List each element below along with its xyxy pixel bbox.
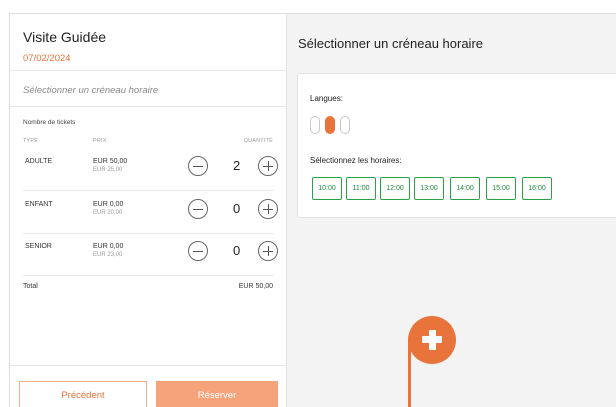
ticket-price: EUR 0,00 bbox=[93, 201, 124, 208]
tickets-label: Nombre de tickets bbox=[23, 119, 76, 126]
column-header-type: TYPE bbox=[23, 138, 39, 144]
ticket-price: EUR 50,00 bbox=[93, 158, 128, 165]
timeslot-button[interactable]: 11:00 bbox=[346, 177, 376, 200]
decrease-quantity-button[interactable] bbox=[188, 241, 208, 261]
column-header-quantity: QUANTITÉ bbox=[243, 138, 273, 144]
decrease-quantity-button[interactable] bbox=[188, 199, 208, 219]
ticket-quantity: 0 bbox=[233, 243, 241, 258]
plus-icon[interactable] bbox=[408, 316, 456, 364]
timeslot-card: Langues: Sélectionnez les horaires: 10:0… bbox=[297, 73, 616, 218]
ticket-type: ENFANT bbox=[25, 201, 53, 208]
languages-label: Langues: bbox=[310, 94, 343, 103]
increase-quantity-button[interactable] bbox=[258, 241, 278, 261]
divider bbox=[10, 365, 287, 366]
decrease-quantity-button[interactable] bbox=[188, 156, 208, 176]
ticket-type: ADULTE bbox=[25, 158, 53, 165]
ticket-row-adult: ADULTE EUR 50,00 EUR 25,00 2 bbox=[23, 153, 278, 191]
timeslot-button[interactable]: 10:00 bbox=[312, 177, 342, 200]
increase-quantity-button[interactable] bbox=[258, 156, 278, 176]
panel-title: Sélectionner un créneau horaire bbox=[298, 36, 484, 51]
event-date: 07/02/2024 bbox=[23, 53, 71, 64]
ticket-unit-price: EUR 20,00 bbox=[93, 210, 123, 216]
ticket-quantity: 0 bbox=[233, 201, 241, 216]
hours-label: Sélectionnez les horaires: bbox=[310, 156, 402, 165]
ticket-row-senior: SENIOR EUR 0,00 EUR 23,00 0 bbox=[23, 238, 278, 276]
event-title: Visite Guidée bbox=[23, 29, 107, 45]
ticket-quantity: 2 bbox=[233, 158, 241, 173]
timeslot-button[interactable]: 13:00 bbox=[414, 177, 444, 200]
book-button[interactable]: Réserver bbox=[156, 381, 278, 407]
ticket-unit-price: EUR 23,00 bbox=[93, 252, 123, 258]
previous-button[interactable]: Précédent bbox=[19, 381, 147, 407]
language-option[interactable] bbox=[310, 116, 320, 134]
ticket-price: EUR 0,00 bbox=[93, 243, 124, 250]
ticket-unit-price: EUR 25,00 bbox=[93, 167, 123, 173]
ticket-row-child: ENFANT EUR 0,00 EUR 20,00 0 bbox=[23, 196, 278, 234]
timeslot-button[interactable]: 16:00 bbox=[522, 177, 552, 200]
divider bbox=[10, 70, 287, 71]
booking-widget: Visite Guidée 07/02/2024 Sélectionner un… bbox=[9, 13, 616, 407]
language-option-selected[interactable] bbox=[325, 116, 335, 134]
selected-slot-hint: Sélectionner un créneau horaire bbox=[23, 85, 159, 96]
timeslot-button[interactable]: 15:00 bbox=[486, 177, 516, 200]
divider bbox=[10, 106, 287, 107]
timeslot-button[interactable]: 14:00 bbox=[450, 177, 480, 200]
column-header-price: PRIX bbox=[93, 138, 107, 144]
ticket-panel: Visite Guidée 07/02/2024 Sélectionner un… bbox=[10, 14, 287, 407]
ticket-type: SENIOR bbox=[25, 243, 52, 250]
total-value: EUR 50,00 bbox=[238, 283, 273, 290]
timeslot-button[interactable]: 12:00 bbox=[380, 177, 410, 200]
increase-quantity-button[interactable] bbox=[258, 199, 278, 219]
language-option[interactable] bbox=[340, 116, 350, 134]
total-label: Total bbox=[23, 283, 38, 290]
